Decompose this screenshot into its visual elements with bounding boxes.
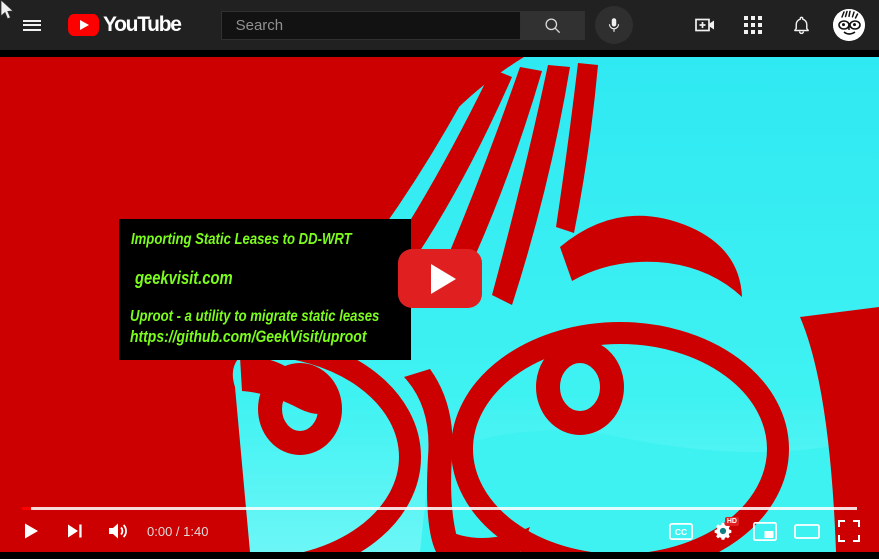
- play-icon: [25, 523, 38, 539]
- search-button[interactable]: [520, 10, 585, 40]
- big-play-button[interactable]: [398, 249, 482, 308]
- bell-icon: [793, 16, 809, 34]
- svg-text:CC: CC: [675, 527, 687, 537]
- youtube-apps-button[interactable]: [733, 5, 773, 45]
- next-track-icon: [68, 524, 82, 538]
- voice-search-button[interactable]: [594, 6, 633, 44]
- hamburger-bar: [23, 24, 41, 26]
- search-box[interactable]: [220, 10, 521, 40]
- youtube-logo-text: YouTube: [103, 13, 182, 36]
- next-video-button[interactable]: [57, 513, 93, 549]
- apps-grid-icon: [744, 16, 762, 34]
- microphone-icon: [608, 18, 619, 32]
- youtube-logo[interactable]: YouTube: [68, 13, 182, 37]
- fullscreen-button[interactable]: [831, 513, 867, 549]
- masthead-right-controls: [677, 5, 865, 45]
- fullscreen-icon: [838, 520, 860, 542]
- theater-mode-icon: [794, 523, 820, 539]
- notifications-button[interactable]: [781, 5, 821, 45]
- overlay-line-tool: Uproot - a utility to migrate static lea…: [130, 308, 380, 325]
- avatar[interactable]: [833, 9, 865, 41]
- player-bottom-letterbox: [0, 552, 879, 559]
- controls-left: 0:00 / 1:40: [0, 513, 208, 549]
- create-video-button[interactable]: [685, 5, 725, 45]
- youtube-logo-play-icon: [68, 14, 99, 36]
- controls-right: CC HD: [663, 513, 867, 549]
- youtube-watch-page: YouTube Search Importing Static Leases t…: [0, 0, 879, 559]
- volume-button[interactable]: [101, 513, 137, 549]
- player-top-letterbox: [0, 50, 879, 57]
- play-triangle-icon: [430, 263, 456, 294]
- player-controls: 0:00 / 1:40 CC HD: [0, 505, 879, 552]
- volume-icon: [109, 523, 127, 539]
- play-pause-button[interactable]: [13, 513, 49, 549]
- search-area: [220, 6, 633, 44]
- video-player[interactable]: Importing Static Leases to DD-WRT geekvi…: [0, 57, 879, 552]
- avatar-face-icon: [833, 9, 865, 41]
- theater-mode-button[interactable]: [789, 513, 825, 549]
- controls-row: 0:00 / 1:40 CC HD: [0, 510, 879, 552]
- create-video-icon: [695, 18, 714, 32]
- captions-button[interactable]: CC: [663, 513, 699, 549]
- hamburger-bar: [23, 19, 41, 22]
- miniplayer-button[interactable]: [747, 513, 783, 549]
- hamburger-bar: [23, 28, 41, 31]
- overlay-line-website: geekvisit.com: [135, 268, 233, 288]
- video-title-overlay: Importing Static Leases to DD-WRT geekvi…: [119, 219, 411, 360]
- masthead: YouTube: [0, 0, 879, 50]
- search-icon: [545, 17, 560, 33]
- overlay-line-title: Importing Static Leases to DD-WRT: [131, 231, 352, 248]
- closed-captions-icon: CC: [669, 522, 693, 540]
- settings-button[interactable]: HD: [705, 513, 741, 549]
- miniplayer-icon: [753, 521, 777, 541]
- guide-menu-icon[interactable]: [12, 5, 52, 45]
- overlay-line-url: https://github.com/GeekVisit/uproot: [130, 327, 367, 346]
- search-input[interactable]: [233, 15, 520, 35]
- quality-badge: HD: [724, 517, 739, 526]
- time-display: 0:00 / 1:40: [147, 523, 209, 539]
